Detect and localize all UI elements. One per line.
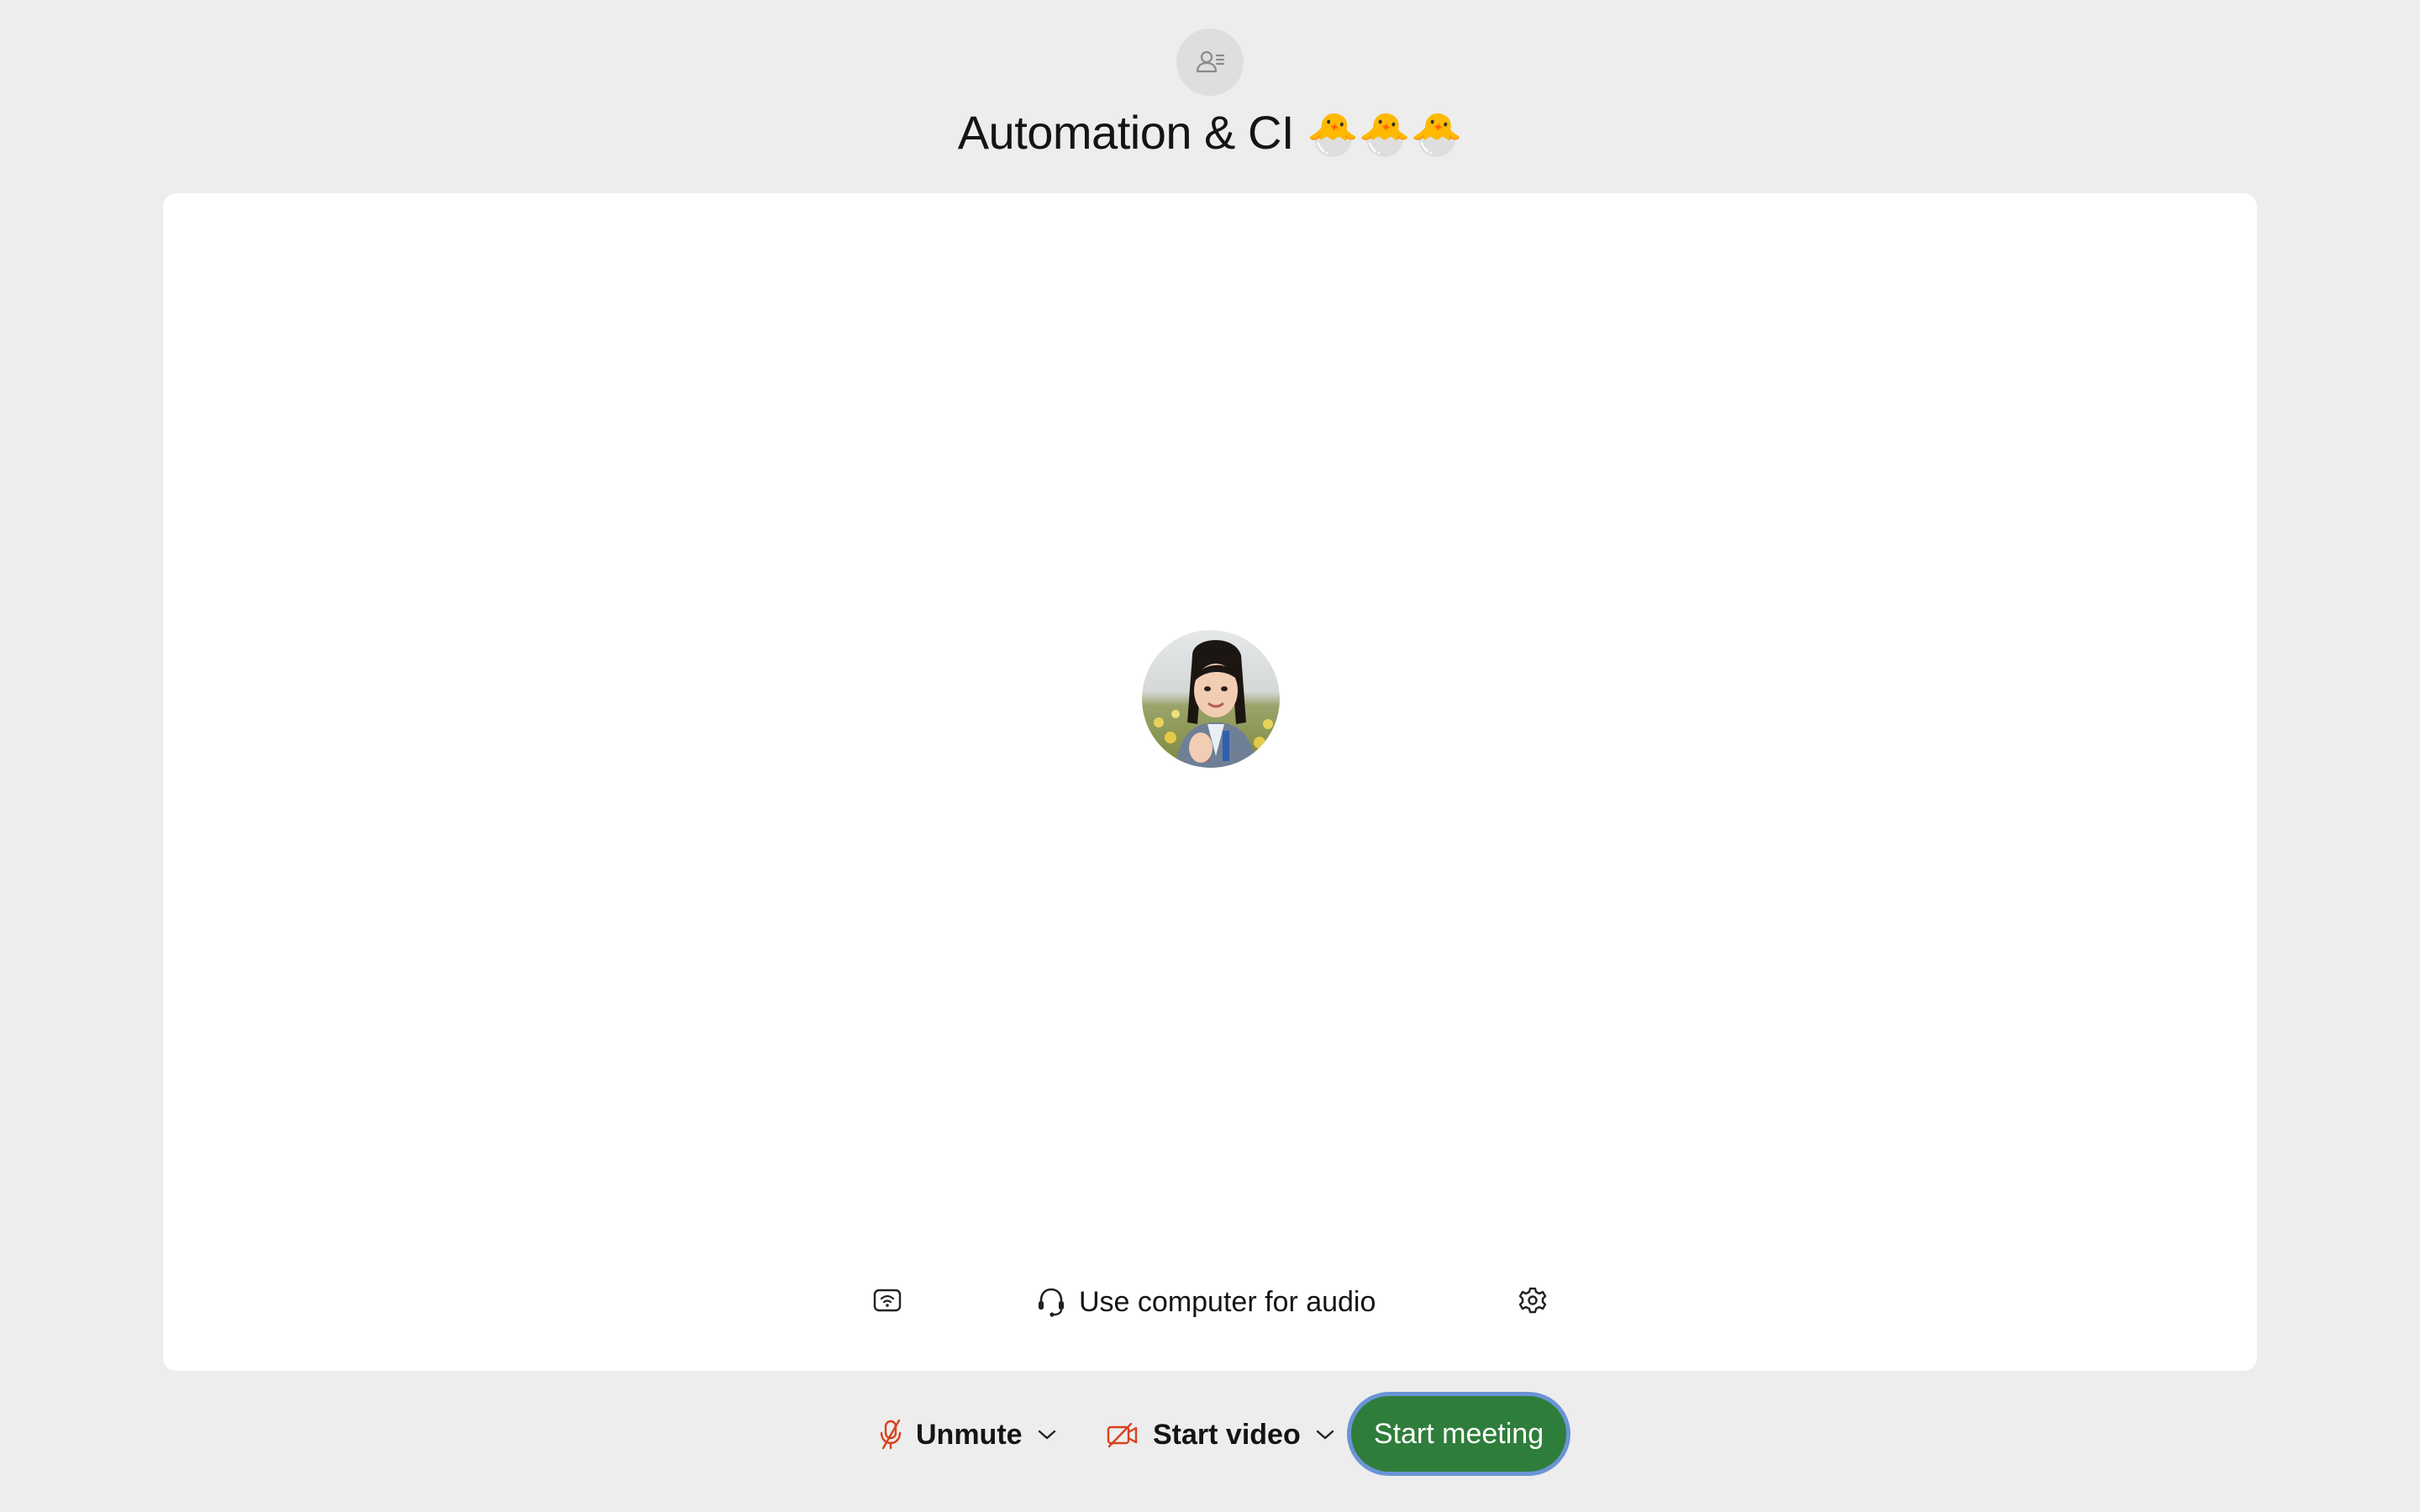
title-text: Automation & CI <box>957 106 1295 159</box>
use-computer-audio-button[interactable]: Use computer for audio <box>1037 1277 1376 1327</box>
start-video-button[interactable]: Start video <box>1106 1410 1336 1460</box>
audio-label: Use computer for audio <box>1079 1285 1376 1318</box>
unmute-label: Unmute <box>916 1418 1023 1451</box>
gear-icon <box>1518 1287 1547 1314</box>
page-title: Automation & CI 🐣🐣🐣 <box>0 99 2420 168</box>
settings-button[interactable] <box>1516 1284 1549 1317</box>
proximity-button[interactable] <box>871 1284 904 1317</box>
microphone-muted-icon <box>880 1419 902 1450</box>
title-emoji: 🐣🐣🐣 <box>1307 110 1463 159</box>
chevron-down-icon[interactable] <box>1314 1428 1336 1441</box>
meeting-preview-stage <box>163 193 2257 1371</box>
people-list-icon <box>1196 50 1225 73</box>
proximity-icon <box>873 1289 902 1312</box>
avatar <box>1142 630 1280 768</box>
space-icon <box>1176 29 1244 96</box>
start-meeting-button[interactable]: Start meeting <box>1351 1396 1566 1472</box>
start-meeting-label: Start meeting <box>1373 1417 1544 1450</box>
headset-icon <box>1039 1288 1064 1317</box>
unmute-button[interactable]: Unmute <box>879 1410 1058 1460</box>
start-video-label: Start video <box>1153 1418 1301 1451</box>
camera-off-icon <box>1107 1422 1138 1448</box>
chevron-down-icon[interactable] <box>1036 1428 1058 1441</box>
